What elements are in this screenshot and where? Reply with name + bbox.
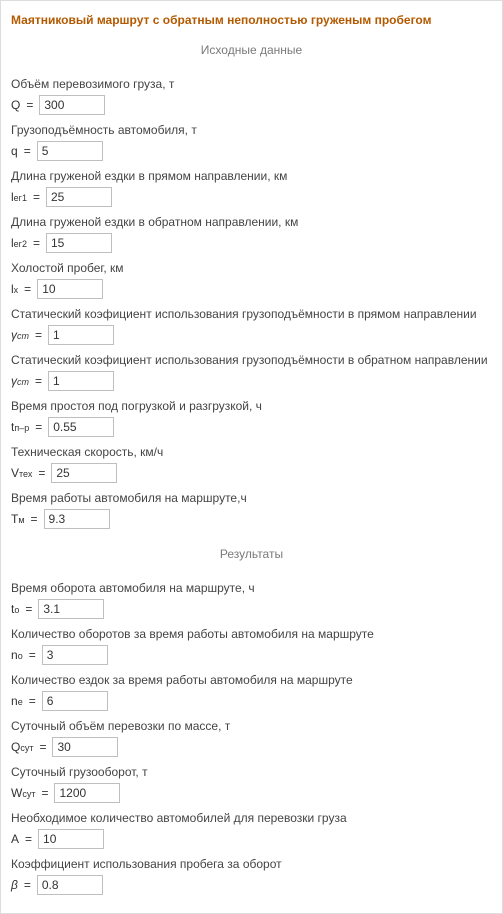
output-Wsut[interactable]: [54, 783, 120, 803]
label-ne: Количество ездок за время работы автомоб…: [11, 671, 492, 689]
row-Wsut: Wсут =: [11, 783, 492, 803]
label-gst2: Статический коэфициент использования гру…: [11, 351, 492, 369]
label-leg1: Длина груженой ездки в прямом направлени…: [11, 167, 492, 185]
input-Tm[interactable]: [44, 509, 110, 529]
label-Qsut: Суточный объём перевозки по массе, т: [11, 717, 492, 735]
input-gst2[interactable]: [48, 371, 114, 391]
section-header-inputs: Исходные данные: [11, 43, 492, 57]
equals: =: [33, 190, 40, 204]
symbol-leg1: lег1: [11, 190, 27, 204]
symbol-Q: Q: [11, 98, 20, 112]
output-beta[interactable]: [37, 875, 103, 895]
equals: =: [33, 236, 40, 250]
symbol-Qsut: Qсут: [11, 740, 33, 754]
symbol-A: A: [11, 832, 19, 846]
symbol-tpr: tп–р: [11, 420, 29, 434]
equals: =: [24, 144, 31, 158]
symbol-Wsut: Wсут: [11, 786, 35, 800]
label-tpr: Время простоя под погрузкой и разгрузкой…: [11, 397, 492, 415]
row-Qsut: Qсут =: [11, 737, 492, 757]
symbol-ne: nе: [11, 694, 23, 708]
label-lx: Холостой пробег, км: [11, 259, 492, 277]
page-title: Маятниковый маршрут с обратным неполност…: [11, 13, 492, 27]
label-leg2: Длина груженой ездки в обратном направле…: [11, 213, 492, 231]
equals: =: [29, 694, 36, 708]
row-gst1: γст =: [11, 325, 492, 345]
equals: =: [24, 878, 31, 892]
symbol-gst2: γст: [11, 374, 29, 388]
label-beta: Коэффициент использования пробега за обо…: [11, 855, 492, 873]
input-gst1[interactable]: [48, 325, 114, 345]
input-q[interactable]: [37, 141, 103, 161]
equals: =: [31, 512, 38, 526]
symbol-lx: lx: [11, 282, 18, 296]
equals: =: [24, 282, 31, 296]
label-gst1: Статический коэфициент использования гру…: [11, 305, 492, 323]
form-panel: Маятниковый маршрут с обратным неполност…: [0, 0, 503, 914]
equals: =: [41, 786, 48, 800]
row-Tm: Tм =: [11, 509, 492, 529]
equals: =: [35, 374, 42, 388]
output-no[interactable]: [42, 645, 108, 665]
row-no: nо =: [11, 645, 492, 665]
symbol-vtex: Vтех: [11, 466, 32, 480]
row-leg1: lег1 =: [11, 187, 492, 207]
symbol-to: tо: [11, 602, 19, 616]
symbol-q: q: [11, 144, 18, 158]
row-vtex: Vтех =: [11, 463, 492, 483]
input-leg1[interactable]: [46, 187, 112, 207]
input-tpr[interactable]: [48, 417, 114, 437]
row-beta: β =: [11, 875, 492, 895]
symbol-Tm: Tм: [11, 512, 25, 526]
row-leg2: lег2 =: [11, 233, 492, 253]
equals: =: [25, 832, 32, 846]
row-lx: lx =: [11, 279, 492, 299]
label-A: Необходимое количество автомобилей для п…: [11, 809, 492, 827]
label-Q: Объём перевозимого груза, т: [11, 75, 492, 93]
equals: =: [25, 602, 32, 616]
input-vtex[interactable]: [51, 463, 117, 483]
input-Q[interactable]: [39, 95, 105, 115]
row-q: q =: [11, 141, 492, 161]
symbol-beta: β: [11, 878, 18, 892]
row-ne: nе =: [11, 691, 492, 711]
label-q: Грузоподъёмность автомобиля, т: [11, 121, 492, 139]
row-Q: Q =: [11, 95, 492, 115]
input-leg2[interactable]: [46, 233, 112, 253]
section-header-outputs: Результаты: [11, 547, 492, 561]
input-lx[interactable]: [37, 279, 103, 299]
label-Tm: Время работы автомобиля на маршруте,ч: [11, 489, 492, 507]
symbol-gst1: γст: [11, 328, 29, 342]
output-ne[interactable]: [42, 691, 108, 711]
label-to: Время оборота автомобиля на маршруте, ч: [11, 579, 492, 597]
output-A[interactable]: [38, 829, 104, 849]
output-Qsut[interactable]: [52, 737, 118, 757]
symbol-no: nо: [11, 648, 23, 662]
symbol-leg2: lег2: [11, 236, 27, 250]
label-vtex: Техническая скорость, км/ч: [11, 443, 492, 461]
equals: =: [29, 648, 36, 662]
equals: =: [26, 98, 33, 112]
row-to: tо =: [11, 599, 492, 619]
equals: =: [38, 466, 45, 480]
label-no: Количество оборотов за время работы авто…: [11, 625, 492, 643]
output-to[interactable]: [38, 599, 104, 619]
equals: =: [35, 328, 42, 342]
row-tpr: tп–р =: [11, 417, 492, 437]
row-A: A =: [11, 829, 492, 849]
label-Wsut: Суточный грузооборот, т: [11, 763, 492, 781]
equals: =: [35, 420, 42, 434]
equals: =: [39, 740, 46, 754]
row-gst2: γст =: [11, 371, 492, 391]
